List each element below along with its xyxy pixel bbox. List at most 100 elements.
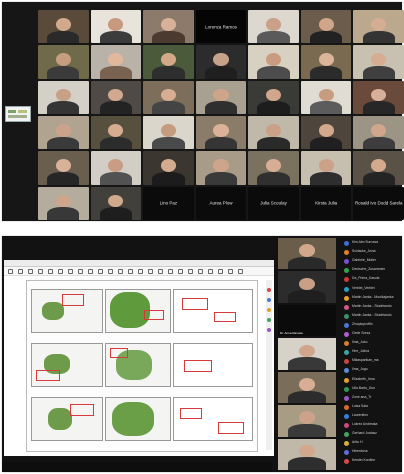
toolbar-tool-icon[interactable] bbox=[58, 269, 63, 274]
participant-list-item[interactable]: Mikasparikan_ma bbox=[344, 358, 402, 365]
toolbar-tool-icon[interactable] bbox=[88, 269, 93, 274]
participant-video-tile[interactable] bbox=[38, 151, 89, 185]
participant-video-tile[interactable] bbox=[353, 80, 404, 114]
toolbar-tool-icon[interactable] bbox=[208, 269, 213, 274]
participant-video-tile[interactable]: Lorenza Ramos bbox=[195, 10, 247, 44]
participant-list-item[interactable]: Ilma_Jugo bbox=[344, 367, 402, 374]
participant-list-item[interactable]: Martin Janka - Studelando bbox=[344, 304, 402, 311]
participant-list-item[interactable]: Deutsche_Zusammen bbox=[344, 267, 402, 274]
participant-list-item[interactable]: Schlacke_Anna bbox=[344, 249, 402, 256]
participant-video-tile[interactable] bbox=[278, 338, 336, 370]
toolbar-tool-icon[interactable] bbox=[108, 269, 113, 274]
participant-list-item[interactable]: Zinoptoprofflo bbox=[344, 322, 402, 329]
participant-video-tile[interactable] bbox=[143, 151, 194, 185]
toolbar-tool-icon[interactable] bbox=[188, 269, 193, 274]
participant-video-tile[interactable] bbox=[90, 151, 142, 185]
participant-video-tile[interactable] bbox=[248, 115, 299, 150]
participant-video-tile[interactable] bbox=[195, 45, 247, 79]
participant-video-tile[interactable] bbox=[248, 151, 299, 185]
participant-video-tile[interactable] bbox=[278, 438, 336, 470]
toolbar-tool-icon[interactable] bbox=[128, 269, 133, 274]
participant-video-tile[interactable] bbox=[90, 10, 142, 44]
participant-video-tile[interactable] bbox=[353, 10, 404, 44]
toolbar-tool-icon[interactable] bbox=[148, 269, 153, 274]
participant-video-tile[interactable]: Aurea Plow bbox=[195, 186, 247, 220]
participant-video-tile[interactable] bbox=[90, 45, 142, 79]
participant-video-tile[interactable] bbox=[248, 80, 299, 114]
participant-video-tile[interactable] bbox=[300, 115, 352, 150]
participant-video-tile[interactable] bbox=[300, 80, 352, 114]
participant-video-tile[interactable]: Rosald Ivo Dodd Sarela bbox=[353, 186, 404, 220]
participant-video-tile[interactable] bbox=[353, 115, 404, 150]
participant-list-item[interactable]: Verblei_Verblei bbox=[344, 286, 402, 293]
participant-video-tile[interactable] bbox=[90, 80, 142, 114]
participant-list-item[interactable]: Martin Janka - Monikajanka bbox=[344, 295, 402, 302]
participant-list-item[interactable]: Hire_Jolina bbox=[344, 349, 402, 356]
participant-list-item[interactable]: Kerstin Kordine bbox=[344, 458, 402, 465]
participant-video-tile[interactable] bbox=[143, 80, 194, 114]
toolbar-tool-icon[interactable] bbox=[178, 269, 183, 274]
participant-video-tile[interactable] bbox=[195, 80, 247, 114]
toolbar-tool-icon[interactable] bbox=[138, 269, 143, 274]
participant-video-tile[interactable] bbox=[38, 10, 89, 44]
participant-video-tile[interactable]: Julia Scoulay bbox=[248, 186, 299, 220]
toolbar-tool-icon[interactable] bbox=[198, 269, 203, 274]
participant-video-tile[interactable]: Dr. Anna Ranusa bbox=[278, 304, 336, 337]
participant-video-tile[interactable] bbox=[278, 238, 336, 270]
participant-list-item[interactable]: Lukrez Andreaka bbox=[344, 422, 402, 429]
participant-video-tile[interactable] bbox=[90, 115, 142, 150]
toolbar-tool-icon[interactable] bbox=[48, 269, 53, 274]
participant-video-tile[interactable] bbox=[300, 45, 352, 79]
toolbar-tool-icon[interactable] bbox=[18, 269, 23, 274]
participant-video-tile[interactable]: Kirsta Julia bbox=[300, 186, 352, 220]
participant-video-tile[interactable] bbox=[353, 151, 404, 185]
toolbar-tool-icon[interactable] bbox=[238, 269, 243, 274]
participant-avatar bbox=[344, 286, 349, 292]
participant-list-item[interactable]: Martin Janka - Studelando bbox=[344, 313, 402, 320]
toolbar-tool-icon[interactable] bbox=[28, 269, 33, 274]
participant-video-tile[interactable] bbox=[300, 10, 352, 44]
participant-video-tile[interactable] bbox=[38, 80, 89, 114]
participant-list-item[interactable]: Kim Alm Surruwa bbox=[344, 240, 402, 247]
toolbar-tool-icon[interactable] bbox=[118, 269, 123, 274]
participant-video-tile[interactable]: Lino Paz bbox=[143, 186, 194, 220]
participant-video-tile[interactable] bbox=[90, 186, 142, 220]
participant-video-tile[interactable] bbox=[143, 45, 194, 79]
participant-list-item[interactable]: Arttu H bbox=[344, 440, 402, 447]
participant-list-item[interactable]: Gede Sorsa bbox=[344, 331, 402, 338]
participant-list-item[interactable]: Gabriele_Muller bbox=[344, 258, 402, 265]
participant-list-item[interactable]: Ulla Barto_Gun bbox=[344, 386, 402, 393]
participant-list-item[interactable]: Elisabeth_Irma bbox=[344, 377, 402, 384]
participant-video-tile[interactable] bbox=[195, 115, 247, 150]
participant-video-tile[interactable] bbox=[143, 10, 194, 44]
participant-video-tile[interactable] bbox=[248, 45, 299, 79]
participant-video-tile[interactable] bbox=[300, 151, 352, 185]
toolbar-tool-icon[interactable] bbox=[228, 269, 233, 274]
participant-list-item[interactable]: Zone ana_Tr bbox=[344, 395, 402, 402]
participant-video-tile[interactable] bbox=[143, 115, 194, 150]
toolbar-tool-icon[interactable] bbox=[78, 269, 83, 274]
toolbar-tool-icon[interactable] bbox=[158, 269, 163, 274]
participant-video-tile[interactable] bbox=[353, 45, 404, 79]
participant-video-tile[interactable] bbox=[38, 186, 89, 220]
participant-video-tile[interactable] bbox=[278, 405, 336, 437]
toolbar-tool-icon[interactable] bbox=[98, 269, 103, 274]
participant-list-item[interactable]: Gerhard Justasz bbox=[344, 431, 402, 438]
toolbar-tool-icon[interactable] bbox=[38, 269, 43, 274]
participant-video-tile[interactable] bbox=[278, 371, 336, 404]
shared-thumbnail[interactable] bbox=[5, 106, 31, 122]
participant-list-item[interactable]: Luisa Sala bbox=[344, 404, 402, 411]
participant-video-tile[interactable] bbox=[38, 45, 89, 79]
participant-video-tile[interactable] bbox=[38, 115, 89, 150]
participant-video-tile[interactable] bbox=[248, 10, 299, 44]
participant-list-item[interactable]: Laurentino bbox=[344, 413, 402, 420]
participant-list-item[interactable]: Ilma_Juko bbox=[344, 340, 402, 347]
toolbar-tool-icon[interactable] bbox=[168, 269, 173, 274]
toolbar-tool-icon[interactable] bbox=[218, 269, 223, 274]
toolbar-tool-icon[interactable] bbox=[68, 269, 73, 274]
participant-list-item[interactable]: Hiirentona bbox=[344, 449, 402, 456]
participant-list-item[interactable]: Da_Prima_Kasula bbox=[344, 276, 402, 283]
participant-video-tile[interactable] bbox=[278, 271, 336, 303]
participant-video-tile[interactable] bbox=[195, 151, 247, 185]
toolbar-tool-icon[interactable] bbox=[8, 269, 13, 274]
